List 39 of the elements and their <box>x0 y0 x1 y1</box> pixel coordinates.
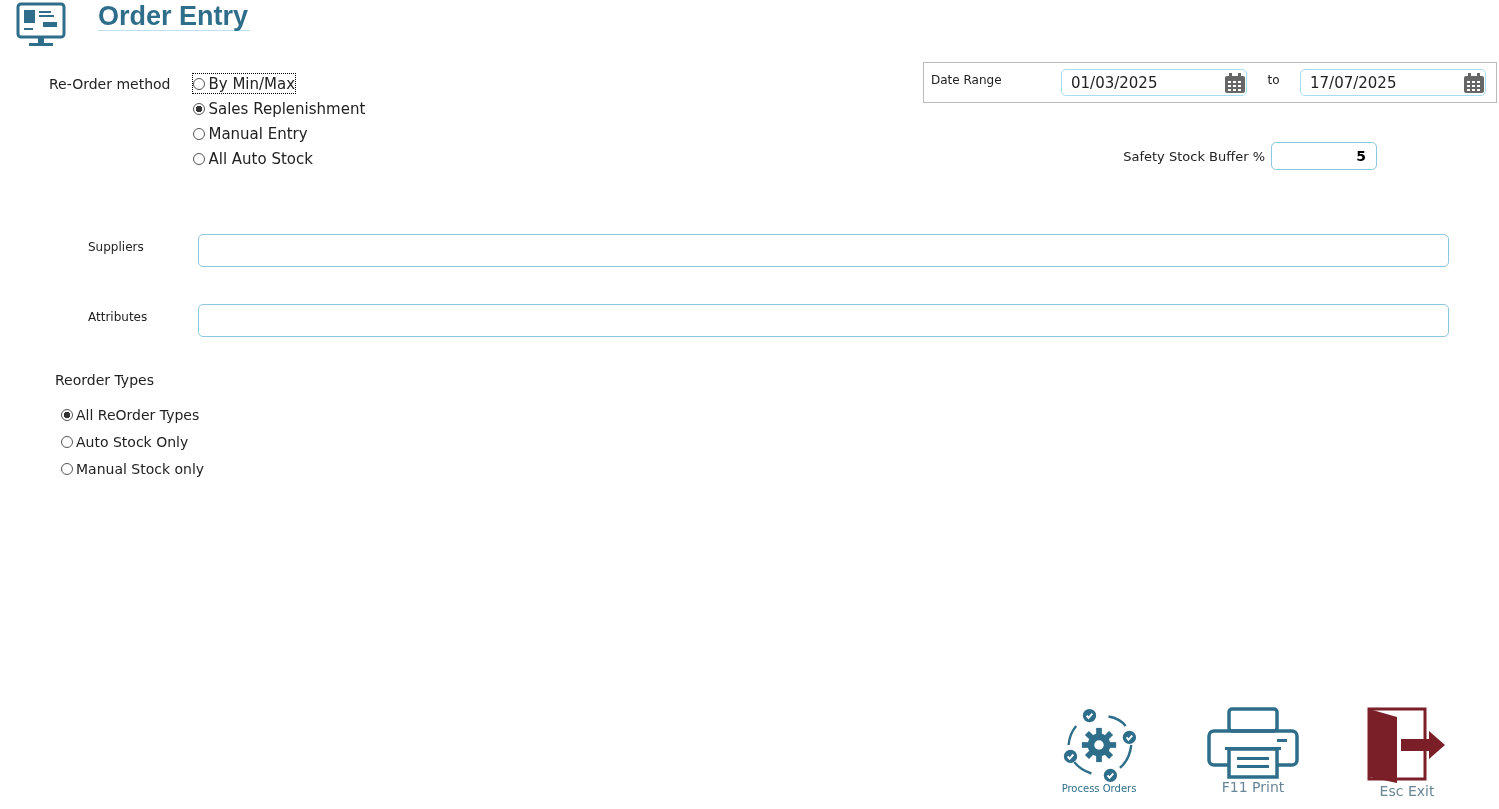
option-label: Sales Replenishment <box>208 99 366 118</box>
radio-button[interactable] <box>61 408 73 421</box>
option-label: By Min/Max <box>208 74 296 93</box>
radio-button[interactable] <box>193 127 206 140</box>
section-label: Reorder Types <box>55 372 154 388</box>
date-field[interactable]: 17/07/2025 <box>1300 69 1486 96</box>
radio-button[interactable] <box>61 462 73 475</box>
option-label: All ReOrder Types <box>76 406 200 423</box>
radio-button[interactable] <box>193 152 206 165</box>
radio-option[interactable]: Sales Replenishment <box>192 98 367 119</box>
option-label: Auto Stock Only <box>76 433 189 450</box>
option-label: Manual Stock only <box>76 460 205 477</box>
page-title: Order Entry <box>98 2 251 31</box>
range-separator: to <box>1266 73 1281 87</box>
number-field[interactable]: 5 <box>1271 142 1377 170</box>
input-field[interactable] <box>198 304 1449 337</box>
radio-button[interactable] <box>193 102 206 115</box>
field-label: Safety Stock Buffer % <box>1123 148 1265 164</box>
monitor-icon <box>16 2 66 47</box>
field-label: Date Range <box>931 73 1003 87</box>
radio-option[interactable]: By Min/Max <box>192 73 297 94</box>
exit-button[interactable]: Esc Exit <box>1355 707 1459 799</box>
door-exit-icon <box>1367 707 1447 783</box>
option-label: Manual Entry <box>208 124 308 143</box>
field-label: Suppliers <box>88 239 145 254</box>
date-field[interactable]: 01/03/2025 <box>1061 69 1247 96</box>
input-field[interactable] <box>198 234 1449 267</box>
radio-option[interactable]: All Auto Stock <box>192 148 314 169</box>
radio-option[interactable]: Manual Entry <box>192 123 309 144</box>
radio-button[interactable] <box>61 435 73 448</box>
field-label: Attributes <box>88 309 149 324</box>
calendar-icon[interactable] <box>1224 71 1246 94</box>
printer-icon <box>1207 707 1299 779</box>
field-label: Re-Order method <box>49 76 171 92</box>
process-orders-button[interactable]: Process Orders <box>1047 707 1151 799</box>
calendar-icon[interactable] <box>1463 71 1485 94</box>
print-button[interactable]: F11 Print <box>1201 707 1305 799</box>
option-label: All Auto Stock <box>208 149 313 168</box>
radio-button[interactable] <box>193 77 206 90</box>
